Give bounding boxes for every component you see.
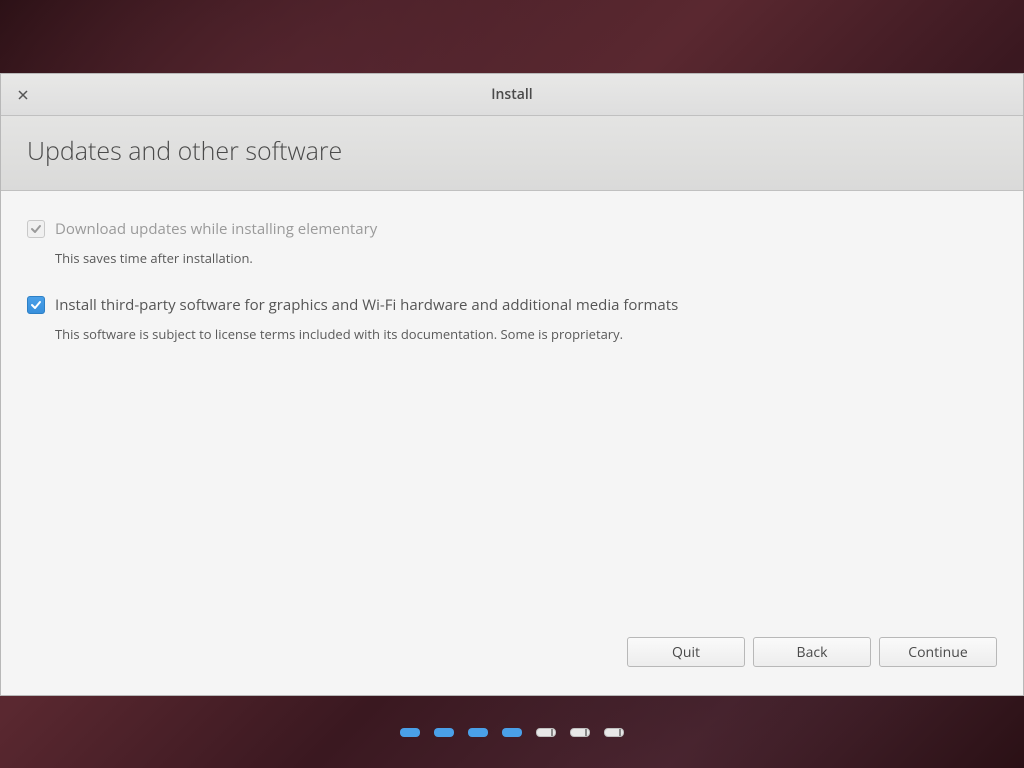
content-area: Download updates while installing elemen… bbox=[1, 191, 1023, 637]
third-party-checkbox[interactable] bbox=[27, 296, 45, 314]
checkmark-icon bbox=[30, 223, 42, 235]
window-title: Install bbox=[1, 85, 1023, 104]
progress-step bbox=[570, 728, 590, 737]
progress-step bbox=[536, 728, 556, 737]
progress-indicator bbox=[0, 696, 1024, 768]
installer-window: Install Updates and other software Downl… bbox=[0, 73, 1024, 696]
page-header: Updates and other software bbox=[1, 116, 1023, 191]
download-updates-checkbox bbox=[27, 220, 45, 238]
progress-step bbox=[604, 728, 624, 737]
download-updates-description: This saves time after installation. bbox=[55, 249, 997, 267]
option-download-updates: Download updates while installing elemen… bbox=[27, 219, 997, 267]
progress-step bbox=[400, 728, 420, 737]
back-button[interactable]: Back bbox=[753, 637, 871, 667]
quit-button[interactable]: Quit bbox=[627, 637, 745, 667]
third-party-description: This software is subject to license term… bbox=[55, 325, 997, 343]
option-row: Download updates while installing elemen… bbox=[27, 219, 997, 239]
progress-step bbox=[434, 728, 454, 737]
page-title: Updates and other software bbox=[27, 134, 997, 168]
close-icon bbox=[17, 89, 29, 101]
progress-step bbox=[502, 728, 522, 737]
option-row: Install third-party software for graphic… bbox=[27, 295, 997, 315]
titlebar: Install bbox=[1, 74, 1023, 116]
checkmark-icon bbox=[30, 299, 42, 311]
close-button[interactable] bbox=[9, 81, 37, 109]
download-updates-label: Download updates while installing elemen… bbox=[55, 219, 377, 239]
third-party-label[interactable]: Install third-party software for graphic… bbox=[55, 295, 678, 315]
continue-button[interactable]: Continue bbox=[879, 637, 997, 667]
option-third-party: Install third-party software for graphic… bbox=[27, 295, 997, 343]
progress-step bbox=[468, 728, 488, 737]
button-row: Quit Back Continue bbox=[1, 637, 1023, 695]
